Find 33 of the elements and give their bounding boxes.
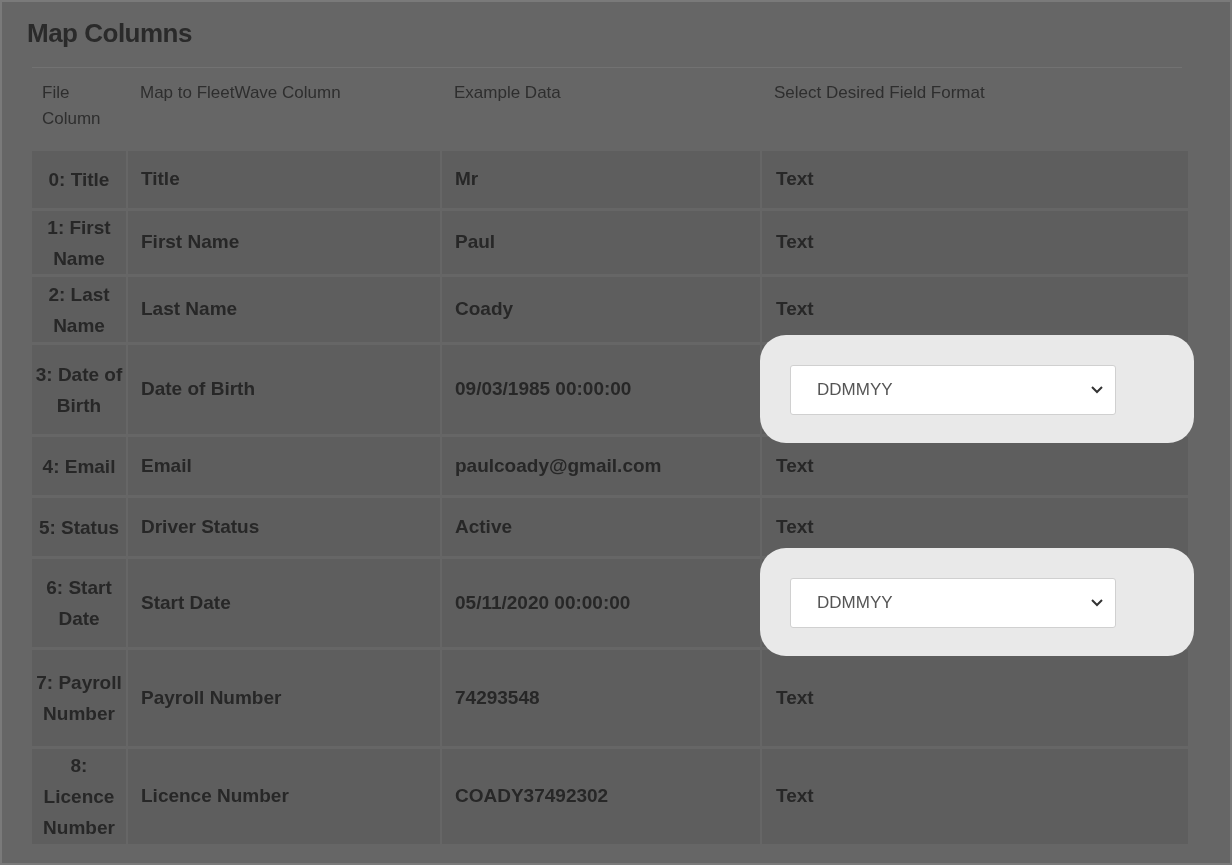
cell-text: Payroll Number: [141, 685, 282, 710]
cell-text: First Name: [141, 230, 240, 255]
cell-text: Paul: [455, 230, 496, 255]
cell-text: Text: [776, 453, 814, 478]
cell-text: Driver Status: [141, 514, 260, 539]
cell-text: COADY37492302: [455, 784, 609, 809]
cell-text: Text: [776, 297, 814, 322]
column-header: File Column: [41, 82, 102, 130]
section-title: Map Columns: [27, 17, 193, 50]
cell-text: Start Date: [141, 590, 231, 615]
cell-text: 05/11/2020 00:00:00: [455, 590, 631, 615]
cell-text: Text: [776, 685, 814, 710]
cell-text: Date of Birth: [141, 377, 255, 402]
format-select[interactable]: DDMMYY: [790, 364, 1116, 415]
cell-text: Text: [776, 514, 814, 539]
column-header: Example Data: [453, 82, 562, 104]
cell-text: Text: [776, 167, 814, 192]
cell-text: Active: [455, 514, 513, 539]
column-header: Select Desired Field Format: [773, 82, 986, 104]
cell-text: Coady: [455, 297, 514, 322]
cell-text: 09/03/1985 00:00:00: [455, 377, 632, 402]
cell-text: 5: Status: [38, 515, 120, 540]
cell-text: Licence Number: [141, 784, 289, 809]
format-select[interactable]: DDMMYY: [790, 578, 1116, 628]
cell-text: Title: [141, 167, 180, 192]
chevron-down-icon: [1091, 385, 1103, 394]
cell-text: Mr: [455, 167, 479, 192]
cell-text: 74293548: [455, 685, 540, 710]
cell-text: paulcoady@gmail.com: [455, 453, 662, 478]
cell-text: Text: [776, 784, 814, 809]
chevron-down-icon: [1091, 599, 1103, 607]
cell-text: Text: [776, 230, 814, 255]
column-header: Map to FleetWave Column: [139, 82, 342, 104]
